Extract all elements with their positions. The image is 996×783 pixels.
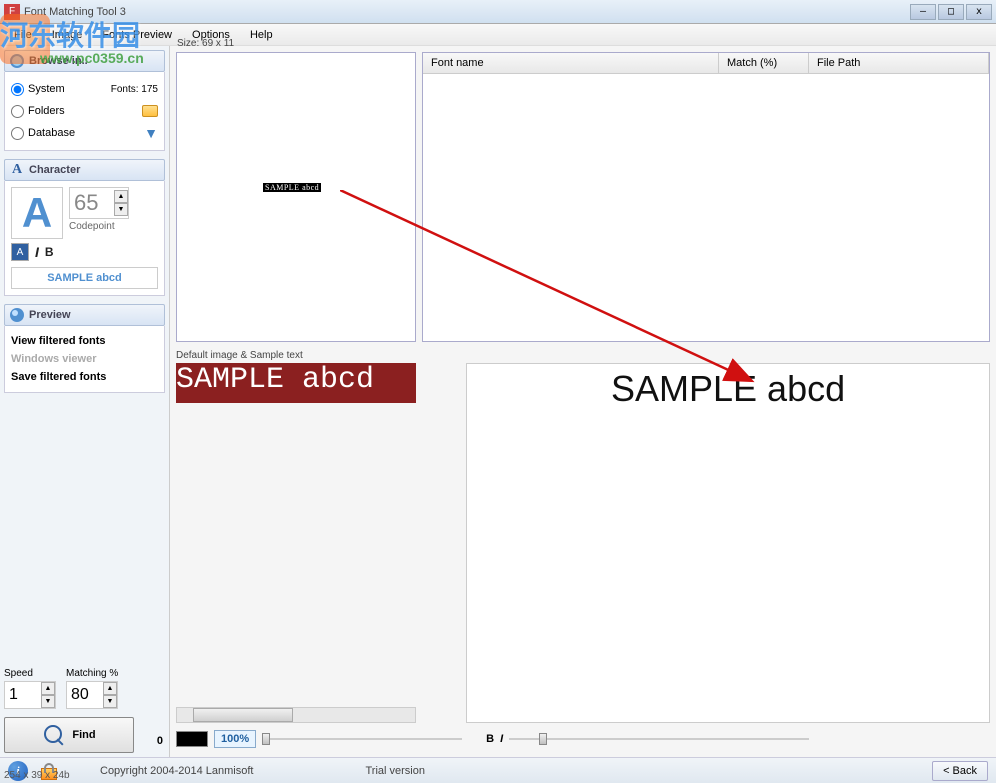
matching-down[interactable]: ▼ [103, 695, 117, 708]
col-match[interactable]: Match (%) [719, 53, 809, 73]
radio-database-label: Database [28, 127, 140, 139]
filter-icon[interactable]: ▼ [144, 125, 158, 141]
window-title: Font Matching Tool 3 [24, 6, 910, 18]
search-icon [42, 723, 66, 747]
radio-folders[interactable] [11, 105, 24, 118]
speed-input[interactable] [5, 682, 41, 708]
copyright-text: Copyright 2004-2014 Lanmisoft [100, 765, 253, 777]
color-swatch[interactable] [176, 731, 208, 747]
close-button[interactable]: x [966, 4, 992, 20]
char-tool-a[interactable]: A [11, 243, 29, 261]
browse-header: Browse in.. [4, 50, 165, 72]
find-button[interactable]: Find [4, 717, 134, 753]
link-save-filtered[interactable]: Save filtered fonts [11, 368, 158, 386]
character-icon: A [9, 162, 25, 178]
matching-input[interactable] [67, 682, 103, 708]
maximize-button[interactable]: □ [938, 4, 964, 20]
character-header: A Character [4, 159, 165, 181]
zoom-level[interactable]: 100% [214, 730, 256, 748]
col-filepath[interactable]: File Path [809, 53, 989, 73]
find-count: 0 [157, 735, 163, 747]
link-view-filtered[interactable]: View filtered fonts [11, 332, 158, 350]
codepoint-input[interactable] [70, 188, 114, 218]
preview-icon [9, 307, 25, 323]
italic-icon[interactable]: I [35, 244, 39, 260]
minimize-button[interactable]: — [910, 4, 936, 20]
menu-image[interactable]: Image [44, 27, 91, 43]
browse-header-label: Browse in.. [29, 55, 88, 67]
source-image-area[interactable]: Size: 69 x 11 SAMPLE abcd [176, 52, 416, 342]
bold-icon[interactable]: B [45, 245, 54, 259]
preview-right: SAMPLE abcd [466, 363, 990, 723]
app-icon: F [4, 4, 20, 20]
image-dimensions-status: 254 x 39 x 24b [4, 770, 70, 781]
menu-fonts-preview[interactable]: Fonts Preview [94, 27, 180, 43]
horizontal-scrollbar[interactable] [176, 707, 416, 723]
radio-folders-label: Folders [28, 105, 138, 117]
preview-left: SAMPLE abcd [176, 363, 416, 403]
menubar: File Image Fonts Preview Options Help [0, 24, 996, 46]
back-button[interactable]: < Back [932, 761, 988, 781]
sample-tiny: SAMPLE abcd [263, 183, 321, 192]
results-table: Font name Match (%) File Path [422, 52, 990, 342]
radio-system-label: System [28, 83, 107, 95]
default-label: Default image & Sample text [176, 348, 990, 363]
browse-icon [9, 53, 25, 69]
size-slider[interactable] [509, 731, 809, 747]
matching-label: Matching % [66, 668, 118, 679]
speed-down[interactable]: ▼ [41, 695, 55, 708]
sidebar: Browse in.. System Fonts: 175 Folders Da… [0, 46, 170, 757]
image-size-label: Size: 69 x 11 [177, 38, 234, 49]
codepoint-up[interactable]: ▲ [114, 190, 128, 203]
preview-header: Preview [4, 304, 165, 326]
menu-file[interactable]: File [6, 27, 40, 43]
trial-text: Trial version [365, 765, 425, 777]
character-glyph: A [11, 187, 63, 239]
link-windows-viewer: Windows viewer [11, 350, 158, 368]
titlebar: F Font Matching Tool 3 — □ x [0, 0, 996, 24]
statusbar: i Copyright 2004-2014 Lanmisoft Trial ve… [0, 757, 996, 783]
radio-database[interactable] [11, 127, 24, 140]
col-fontname[interactable]: Font name [423, 53, 719, 73]
folder-icon[interactable] [142, 105, 158, 117]
fonts-count: Fonts: 175 [111, 84, 158, 95]
speed-label: Speed [4, 668, 56, 679]
speed-up[interactable]: ▲ [41, 682, 55, 695]
codepoint-down[interactable]: ▼ [114, 203, 128, 216]
menu-help[interactable]: Help [242, 27, 281, 43]
content-area: Size: 69 x 11 SAMPLE abcd Font name Matc… [170, 46, 996, 757]
codepoint-label: Codepoint [69, 221, 115, 232]
radio-system[interactable] [11, 83, 24, 96]
character-header-label: Character [29, 164, 80, 176]
preview-header-label: Preview [29, 309, 71, 321]
matching-up[interactable]: ▲ [103, 682, 117, 695]
zoom-slider[interactable] [262, 731, 462, 747]
bold-toggle[interactable]: B [486, 733, 494, 745]
italic-toggle[interactable]: I [500, 733, 503, 745]
sample-text-input[interactable] [11, 267, 158, 289]
